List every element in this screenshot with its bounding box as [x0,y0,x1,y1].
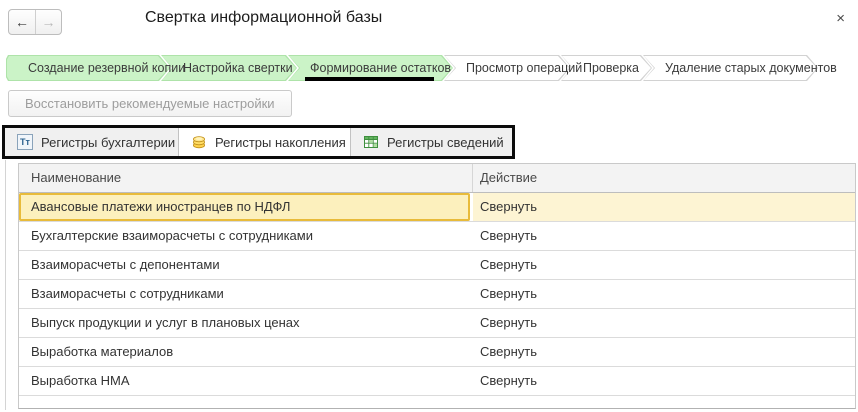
wizard-steps: Создание резервной копии Настройка сверт… [6,55,837,81]
register-action-cell[interactable]: Свернуть [473,193,855,221]
register-action-cell[interactable]: Свернуть [473,222,855,250]
table-row[interactable]: Бухгалтерские взаиморасчеты с сотрудника… [19,222,855,251]
wizard-step-view-operations[interactable]: Просмотр операций [444,55,583,81]
annotation-box-register-tabs: Тт Регистры бухгалтерии Регистры накопле… [2,125,515,159]
accumulation-register-icon [193,136,205,149]
wizard-step-backup[interactable]: Создание резервной копии [6,55,186,81]
column-header-action[interactable]: Действие [473,164,855,192]
table-row[interactable]: Взаиморасчеты с депонентами Свернуть [19,251,855,280]
wizard-step-label: Настройка свертки [183,61,293,75]
compression-wizard-window: ← → Свертка информационной базы × Создан… [0,0,858,412]
back-button[interactable]: ← [9,10,35,34]
wizard-step-balances-current[interactable]: Формирование остатков [288,55,453,81]
back-arrow-icon: ← [15,14,29,30]
register-name-cell[interactable]: Взаиморасчеты с сотрудниками [19,280,473,308]
register-name-cell[interactable]: Бухгалтерские взаиморасчеты с сотрудника… [19,222,473,250]
tab-label: Регистры накопления [215,134,346,150]
wizard-step-settings[interactable]: Настройка свертки [161,55,297,81]
table-row[interactable]: Выработка материалов Свернуть [19,338,855,367]
table-header-row: Наименование Действие [19,163,855,193]
tab-label: Регистры бухгалтерии [41,134,176,150]
registers-table: Наименование Действие Авансовые платежи … [18,163,856,409]
forward-button[interactable]: → [35,10,61,34]
information-register-icon [364,136,378,148]
close-icon[interactable]: × [836,10,845,27]
register-action-cell[interactable]: Свернуть [473,251,855,279]
register-action-cell[interactable]: Свернуть [473,338,855,366]
register-action-cell[interactable]: Свернуть [473,367,855,395]
table-row[interactable]: Взаиморасчеты с сотрудниками Свернуть [19,280,855,309]
page-title: Свертка информационной базы [145,9,383,26]
register-name-cell[interactable]: Взаиморасчеты с депонентами [19,251,473,279]
table-row[interactable]: Выработка НМА Свернуть [19,367,855,396]
accounting-register-icon: Тт [17,134,33,150]
wizard-step-label: Просмотр операций [466,61,583,75]
wizard-step-check[interactable]: Проверка [561,55,652,81]
table-row[interactable]: Выпуск продукции и услуг в плановых цена… [19,309,855,338]
forward-arrow-icon: → [41,14,56,30]
wizard-step-label: Создание резервной копии [28,61,186,75]
wizard-step-label: Удаление старых документов [665,61,837,75]
tab-accounting-registers[interactable]: Тт Регистры бухгалтерии [5,128,179,156]
register-name-cell[interactable]: Выработка НМА [19,367,473,395]
table-row[interactable]: Авансовые платежи иностранцев по НДФЛ Св… [19,193,855,222]
register-action-cell[interactable]: Свернуть [473,309,855,337]
register-name-cell[interactable]: Выпуск продукции и услуг в плановых цена… [19,309,473,337]
column-header-name[interactable]: Наименование [19,164,473,192]
wizard-step-delete-old-documents[interactable]: Удаление старых документов [643,55,837,81]
history-nav-group: ← → [8,9,62,35]
tab-accumulation-registers[interactable]: Регистры накопления [179,128,351,156]
wizard-step-label: Проверка [583,61,639,75]
register-name-cell[interactable]: Авансовые платежи иностранцев по НДФЛ [19,193,470,221]
tab-label: Регистры сведений [387,134,504,150]
register-tabs: Тт Регистры бухгалтерии Регистры накопле… [5,128,512,156]
register-name-cell[interactable]: Выработка материалов [19,338,473,366]
annotation-underline-current-step [305,77,434,81]
tab-information-registers[interactable]: Регистры сведений [351,128,512,156]
register-action-cell[interactable]: Свернуть [473,280,855,308]
form-group-line [5,160,6,410]
restore-recommended-settings-button[interactable]: Восстановить рекомендуемые настройки [8,90,292,117]
